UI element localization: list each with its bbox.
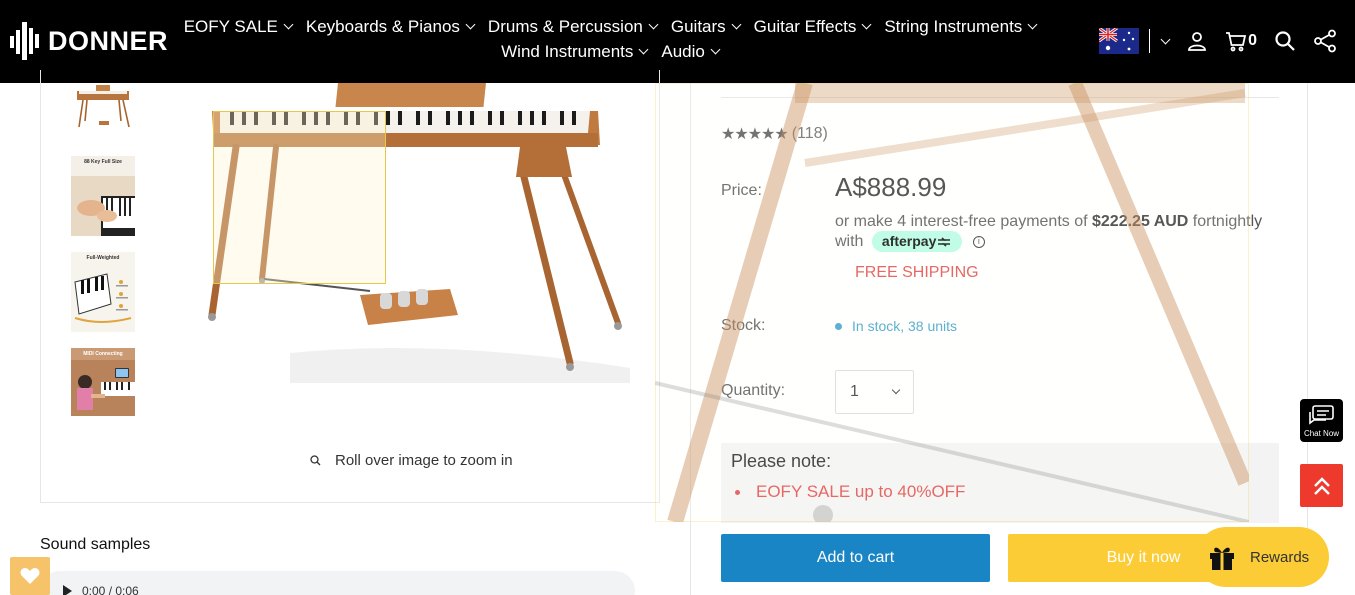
bullet-icon [735,489,740,495]
magnifier-icon [310,455,321,466]
zoom-hint: Roll over image to zoom in [310,452,513,469]
account-icon[interactable] [1185,29,1209,53]
nav-item-wind-instruments[interactable]: Wind Instruments [501,42,649,62]
nav-item-audio[interactable]: Audio [661,42,721,62]
nav-row-1: EOFY SALE Keyboards & Pianos Drums & Per… [180,14,1040,39]
chat-now-button[interactable]: Chat Now [1300,399,1343,442]
chat-bubble-icon [1308,404,1334,425]
chevron-down-icon [891,385,901,395]
brand-logo[interactable]: DONNER [10,20,168,62]
info-icon[interactable]: i [972,235,985,248]
thumbnail-3[interactable]: Full-Weighted [71,252,135,332]
chevron-down-icon [1027,19,1038,30]
chevron-down-icon [710,44,721,55]
stock-status: In stock, 38 units [835,318,957,334]
hands-on-keys-image [71,176,135,236]
afterpay-badge[interactable]: afterpay [871,231,963,252]
nav-item-keyboards-pianos[interactable]: Keyboards & Pianos [306,17,476,37]
nav-item-guitars[interactable]: Guitars [671,17,742,37]
zoom-lens [213,111,386,284]
chevron-down-icon [731,19,742,30]
chevron-down-icon [283,19,294,30]
please-note-box: Please note: EOFY SALE up to 40%OFF [721,443,1279,523]
product-rating[interactable]: ★★★★★ (118) [721,124,828,144]
cart-button[interactable]: 0 [1225,30,1257,52]
australia-flag-icon[interactable] [1098,28,1139,54]
cart-icon [1226,32,1247,52]
installment-amount: $222.25 AUD [1092,213,1189,230]
star-rating-icon: ★★★★★ [721,126,789,143]
installment-info: or make 4 interest-free payments of $222… [835,213,1263,252]
header-actions: 0 [1098,28,1337,54]
stock-dot-icon [835,322,842,330]
brand-name: DONNER [48,25,169,56]
review-count: (118) [791,125,828,142]
search-icon[interactable] [1273,29,1297,53]
back-to-top-button[interactable] [1300,464,1343,507]
chevron-down-icon [638,44,649,55]
wishlist-button[interactable] [10,557,50,595]
note-title: Please note: [731,451,832,471]
cart-count: 0 [1248,32,1257,49]
nav-item-guitar-effects[interactable]: Guitar Effects [754,17,872,37]
nav-item-drums-percussion[interactable]: Drums & Percussion [488,17,659,37]
rewards-button[interactable]: Rewards [1196,527,1329,587]
audio-player[interactable]: 0:00 / 0:06 [40,571,635,595]
thumbnail-4[interactable]: MIDI Connecting [71,348,135,416]
product-page: DONNER EOFY SALE Keyboards & Pianos Drum… [0,0,1355,595]
audio-time: 0:00 / 0:06 [82,584,139,595]
heart-icon [20,568,40,584]
afterpay-arrows-icon [938,236,951,247]
nav-item-string-instruments[interactable]: String Instruments [884,17,1038,37]
donner-logo-icon [10,22,39,60]
chevron-down-icon [861,19,872,30]
chevron-down-icon [648,19,659,30]
country-chevron-down-icon[interactable] [1160,34,1171,44]
product-price: A$888.99 [835,172,947,202]
main-nav: EOFY SALE Keyboards & Pianos Drums & Per… [180,14,1040,64]
share-icon[interactable] [1313,29,1337,53]
thumbnail-1[interactable] [71,83,135,133]
play-icon[interactable] [62,585,72,595]
piano-thumbnail-image [77,85,130,128]
add-to-cart-button[interactable]: Add to cart [721,534,990,582]
chevron-down-icon [465,19,476,30]
note-item: EOFY SALE up to 40%OFF [731,482,1269,502]
weighted-keys-image [74,273,132,323]
sound-samples-title: Sound samples [40,536,151,553]
quantity-label: Quantity: [721,382,786,399]
nav-item-eofy-sale[interactable]: EOFY SALE [184,17,294,37]
gift-icon [1210,547,1234,570]
header-divider [1148,29,1151,53]
quantity-select[interactable]: 1 [835,370,914,414]
midi-connecting-image [71,360,135,416]
free-shipping-label: FREE SHIPPING [855,264,979,281]
double-chevron-up-icon [1313,476,1330,495]
stock-label: Stock: [721,317,766,334]
price-label: Price: [721,182,762,199]
nav-row-2: Wind Instruments Audio [180,39,1040,64]
thumbnail-2[interactable]: 88 Key Full Size [71,156,135,236]
divider [721,97,1279,98]
